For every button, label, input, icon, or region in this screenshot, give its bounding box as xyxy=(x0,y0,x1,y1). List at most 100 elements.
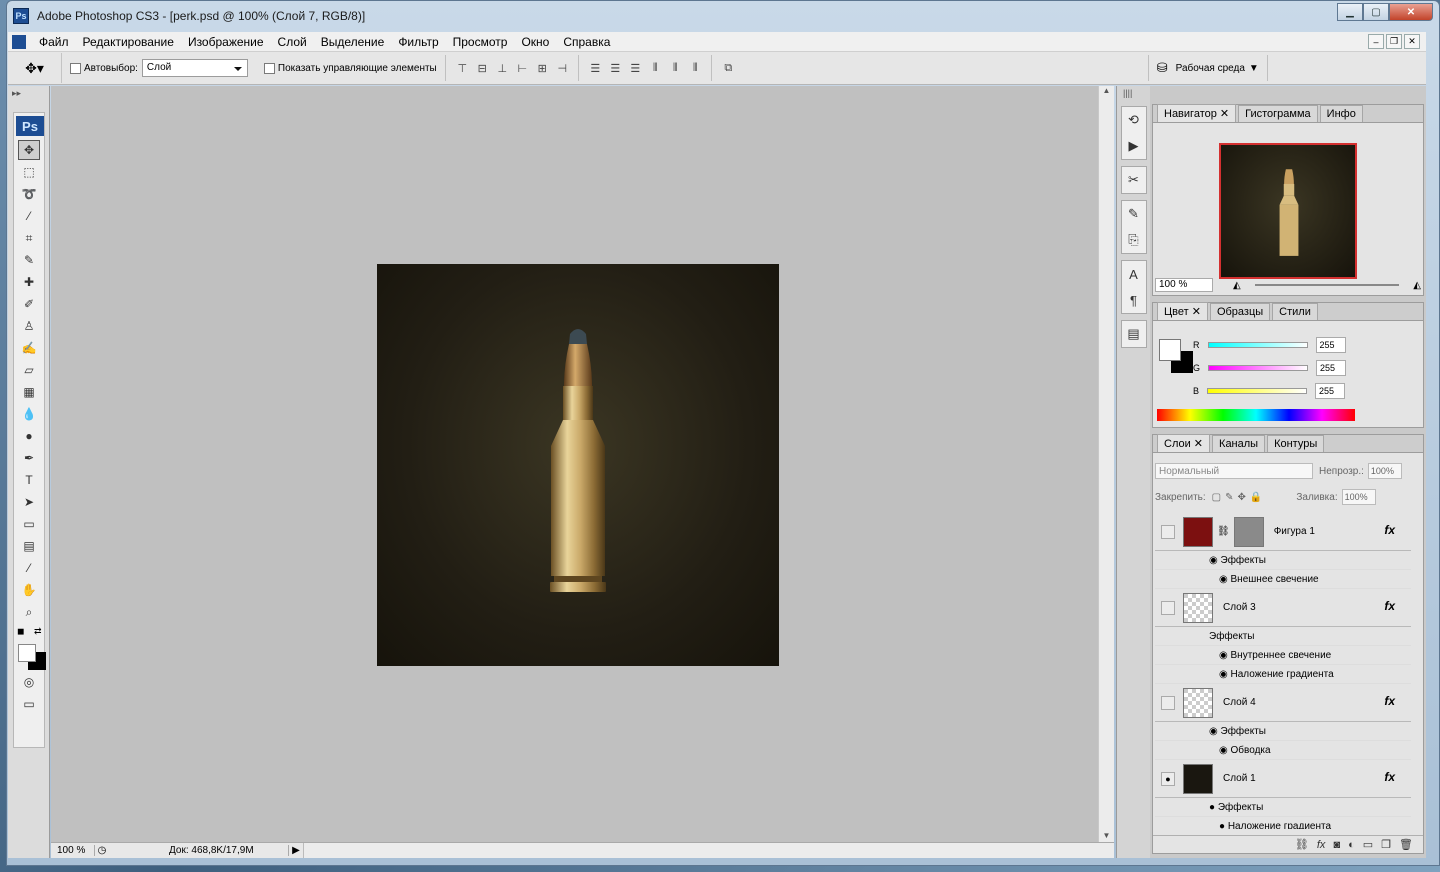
quick-mask-icon[interactable]: ◎ xyxy=(18,672,40,692)
layer-row[interactable]: Слой 4 fx xyxy=(1155,684,1411,722)
character-icon[interactable]: A xyxy=(1122,261,1146,287)
link-layers-icon[interactable]: ⛓ xyxy=(1295,838,1309,851)
dist-top-icon[interactable]: ☰ xyxy=(587,62,603,75)
color-fg-swatch[interactable] xyxy=(1159,339,1181,361)
menu-window[interactable]: Окно xyxy=(514,35,556,49)
screen-mode-icon[interactable]: ▭ xyxy=(18,694,40,714)
dist-vcenter-icon[interactable]: ☰ xyxy=(607,62,623,75)
eye-icon[interactable]: ◉ xyxy=(1219,574,1231,585)
close-button[interactable]: ✕ xyxy=(1389,3,1433,21)
dist-hcenter-icon[interactable]: ⦀ xyxy=(667,62,683,75)
zoom-field[interactable]: 100 % xyxy=(51,845,95,856)
history-icon[interactable]: ⟲ xyxy=(1122,107,1146,133)
doc-close-button[interactable]: ✕ xyxy=(1404,34,1420,49)
tab-paths[interactable]: Контуры xyxy=(1267,435,1325,452)
zoom-in-icon[interactable]: ◭ xyxy=(1413,280,1421,291)
visibility-toggle[interactable] xyxy=(1161,695,1175,710)
tab-channels[interactable]: Каналы xyxy=(1212,435,1266,452)
tab-info[interactable]: Инфо xyxy=(1319,105,1363,122)
clone-stamp-tool-icon[interactable]: ♙ xyxy=(18,316,40,336)
color-spectrum[interactable] xyxy=(1157,409,1355,421)
navigator-zoom-field[interactable]: 100 % xyxy=(1155,278,1213,292)
eyedropper-tool-icon[interactable]: ⁄ xyxy=(18,558,40,578)
tab-histogram[interactable]: Гистограмма xyxy=(1238,105,1318,122)
eye-icon[interactable]: ● xyxy=(1209,802,1218,813)
tool-presets-icon[interactable]: ✂ xyxy=(1122,167,1146,193)
add-style-icon[interactable]: fx xyxy=(1317,839,1326,851)
vertical-scrollbar[interactable]: ▲ ▼ xyxy=(1098,86,1114,842)
tab-color[interactable]: Цвет ✕ xyxy=(1157,302,1208,320)
brush-tool-icon[interactable]: ✐ xyxy=(18,294,40,314)
paragraph-icon[interactable]: ¶ xyxy=(1122,287,1146,313)
ps-logo[interactable]: Ps xyxy=(16,116,44,136)
collapse-toolbox-icon[interactable]: ▸▸ xyxy=(8,86,49,101)
move-tool-icon[interactable]: ✥ xyxy=(18,140,40,160)
lasso-tool-icon[interactable]: ➰ xyxy=(18,184,40,204)
doc-restore-button[interactable]: ❐ xyxy=(1386,34,1402,49)
visibility-toggle[interactable] xyxy=(1161,524,1175,539)
dock-grip-icon[interactable]: |||| xyxy=(1117,86,1150,100)
fx-icon[interactable]: fx xyxy=(1384,599,1395,613)
fx-icon[interactable]: fx xyxy=(1384,770,1395,784)
blend-mode-select[interactable]: Нормальный xyxy=(1155,463,1313,479)
tab-styles[interactable]: Стили xyxy=(1272,303,1318,320)
menu-filter[interactable]: Фильтр xyxy=(391,35,445,49)
effect-row[interactable]: ● Наложение градиента xyxy=(1155,817,1411,830)
pen-tool-icon[interactable]: ✒ xyxy=(18,448,40,468)
doc-minimize-button[interactable]: – xyxy=(1368,34,1384,49)
adjustment-layer-icon[interactable]: ◐ xyxy=(1348,839,1355,851)
document-icon[interactable] xyxy=(12,34,26,49)
g-value[interactable]: 255 xyxy=(1316,360,1347,376)
move-tool-preset-icon[interactable]: ✥▾ xyxy=(8,53,62,83)
notes-tool-icon[interactable]: ▤ xyxy=(18,536,40,556)
minimize-button[interactable]: ▁ xyxy=(1337,3,1363,21)
menu-help[interactable]: Справка xyxy=(556,35,617,49)
eye-icon[interactable]: ◉ xyxy=(1219,669,1231,680)
fx-icon[interactable]: fx xyxy=(1384,523,1395,537)
horizontal-scrollbar[interactable] xyxy=(303,843,1114,858)
fx-icon[interactable]: fx xyxy=(1384,694,1395,708)
g-slider[interactable] xyxy=(1208,365,1309,371)
slice-tool-icon[interactable]: ✎ xyxy=(18,250,40,270)
effects-row[interactable]: ● Эффекты xyxy=(1155,798,1411,817)
autoselect-checkbox[interactable] xyxy=(70,62,81,74)
color-swatches[interactable]: ◼ ⇄ xyxy=(14,624,46,670)
opacity-field[interactable]: 100% xyxy=(1367,463,1402,479)
status-menu-arrow-icon[interactable]: ▶ xyxy=(289,845,303,856)
menu-layer[interactable]: Слой xyxy=(271,35,314,49)
align-vcenter-icon[interactable]: ⊟ xyxy=(474,62,490,75)
b-value[interactable]: 255 xyxy=(1315,383,1346,399)
show-controls-checkbox[interactable] xyxy=(263,62,275,74)
document-image[interactable] xyxy=(377,264,779,666)
dist-left-icon[interactable]: ⦀ xyxy=(647,62,663,75)
bridge-icon[interactable]: ⛁ xyxy=(1157,60,1168,76)
align-top-icon[interactable]: ⊤ xyxy=(454,62,470,75)
effects-row[interactable]: ◉ Эффекты xyxy=(1155,551,1411,570)
layer-row[interactable]: ● Слой 1 fx xyxy=(1155,760,1411,798)
blur-tool-icon[interactable]: 💧 xyxy=(18,404,40,424)
effect-row[interactable]: ◉ Обводка xyxy=(1155,741,1411,760)
shape-tool-icon[interactable]: ▭ xyxy=(18,514,40,534)
actions-icon[interactable]: ▶ xyxy=(1122,133,1146,159)
visibility-toggle[interactable] xyxy=(1161,600,1175,615)
layer-row[interactable]: ⛓ Фигура 1 fx xyxy=(1155,513,1411,551)
history-brush-tool-icon[interactable]: ✍ xyxy=(18,338,40,358)
default-colors-icon[interactable]: ◼ xyxy=(17,626,24,637)
brushes-icon[interactable]: ✎ xyxy=(1122,201,1146,227)
layer-name[interactable]: Фигура 1 xyxy=(1274,526,1315,537)
new-group-icon[interactable]: ▭ xyxy=(1363,838,1373,851)
auto-align-icon[interactable]: ⧉ xyxy=(720,62,736,75)
r-slider[interactable] xyxy=(1207,342,1308,348)
visibility-toggle[interactable]: ● xyxy=(1161,771,1175,786)
layer-name[interactable]: Слой 4 xyxy=(1223,697,1256,708)
eye-icon[interactable]: ◉ xyxy=(1209,555,1221,566)
layer-row[interactable]: Слой 3 fx xyxy=(1155,589,1411,627)
layer-name[interactable]: Слой 1 xyxy=(1223,773,1256,784)
effects-row[interactable]: ◉ Эффекты xyxy=(1155,722,1411,741)
hand-tool-icon[interactable]: ✋ xyxy=(18,580,40,600)
align-hcenter-icon[interactable]: ⊞ xyxy=(534,62,550,75)
navigator-zoom-slider[interactable] xyxy=(1254,284,1400,286)
effect-row[interactable]: ◉ Внешнее свечение xyxy=(1155,570,1411,589)
eye-icon[interactable]: ◉ xyxy=(1219,745,1231,756)
new-layer-icon[interactable]: ❐ xyxy=(1381,838,1391,851)
